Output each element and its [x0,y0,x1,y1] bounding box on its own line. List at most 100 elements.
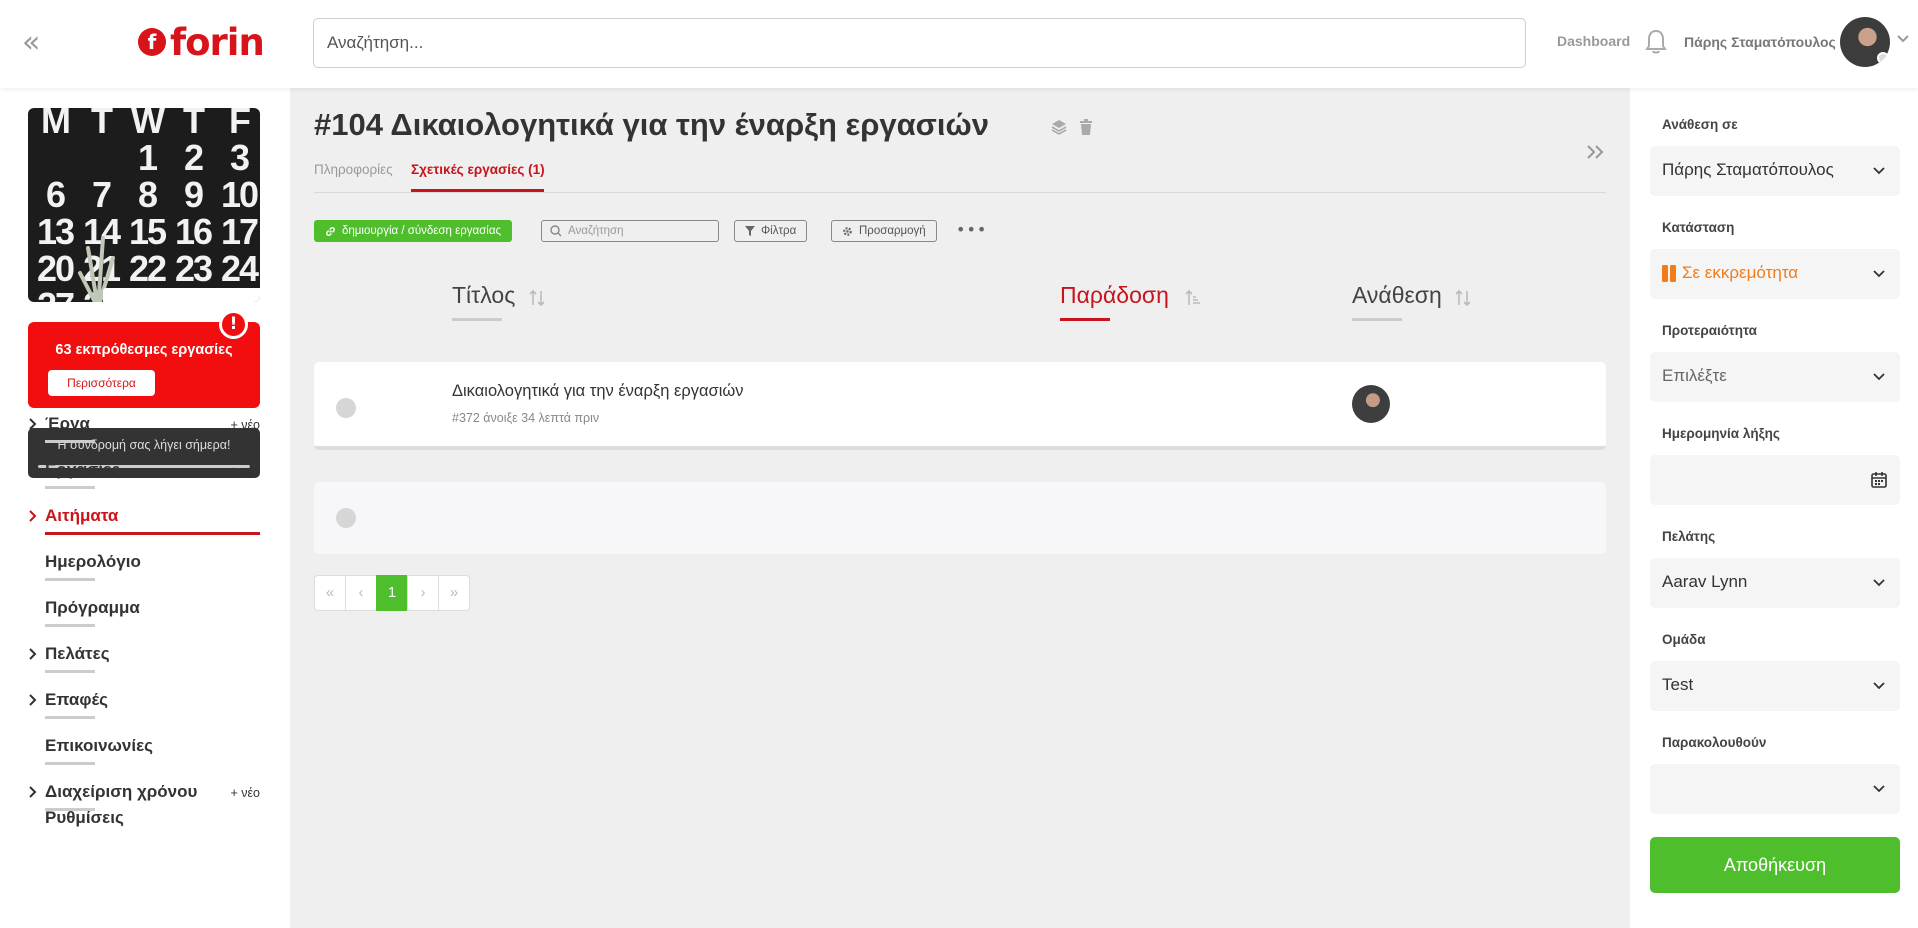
due-date-label: Ημερομηνία λήξης [1662,426,1780,441]
user-name[interactable]: Πάρης Σταματόπουλος [1684,34,1836,50]
sidebar-item-underline [45,624,95,627]
filter-icon [745,226,755,236]
sidebar-new-link[interactable]: + νέο [230,418,260,432]
sidebar-item-label: Διαχείριση χρόνου [45,782,198,801]
pagination: « ‹ 1 › » [314,575,470,611]
column-assignment-underline [1352,318,1402,321]
column-assignment[interactable]: Ανάθεση [1352,282,1442,309]
trash-icon[interactable] [1077,118,1095,136]
search-icon [550,225,562,237]
page-title: #104 Δικαιολογητικά για την έναρξη εργασ… [314,107,989,142]
more-options-icon[interactable]: ••• [956,220,987,239]
table-row[interactable]: Δικαιολογητικά για την έναρξη εργασιών #… [314,362,1606,450]
sidebar-item-underline [45,716,95,719]
page-last-button[interactable]: » [438,575,470,611]
sidebar-item-underline [45,578,95,581]
column-delivery[interactable]: Παράδοση [1060,282,1169,309]
calendar-day: 8 [137,174,158,215]
page-1-button[interactable]: 1 [376,575,408,611]
calendar-day: T [91,108,113,141]
team-value: Test [1662,675,1694,694]
calendar-day: T [183,108,205,141]
tab-related-tasks[interactable]: Σχετικές εργασίες (1) [411,162,545,177]
empty-row [314,482,1606,554]
dashboard-link[interactable]: Dashboard [1557,33,1630,49]
notifications-bell-icon[interactable] [1644,28,1668,56]
tab-info[interactable]: Πληροφορίες [314,162,393,177]
collapse-sidebar-icon[interactable]: « [22,28,46,58]
calendar-day: 16 [174,211,213,252]
chevron-right-icon [29,510,37,522]
chevron-down-icon [1873,682,1885,690]
page-first-button[interactable]: « [314,575,346,611]
filters-button[interactable]: Φίλτρα [734,220,808,242]
followers-label: Παρακολουθούν [1662,735,1767,750]
calendar-day: 9 [183,174,204,215]
column-title-underline [452,318,502,321]
global-search-input[interactable] [313,18,1526,68]
sidebar-new-link[interactable]: + νέα [230,464,260,478]
overdue-more-button[interactable]: Περισσότερα [48,370,155,396]
client-label: Πελάτης [1662,529,1716,544]
sidebar-item-9[interactable]: Ρυθμίσεις [28,806,260,836]
sort-ascending-icon[interactable] [1184,288,1202,308]
column-title[interactable]: Τίτλος [452,282,515,309]
sidebar-item-6[interactable]: Επαφές [28,688,260,719]
sort-icon[interactable] [1454,288,1472,308]
client-value: Aarav Lynn [1662,572,1748,591]
calendar-icon[interactable] [1870,471,1888,489]
logo-mark: f [138,28,166,56]
page-next-button[interactable]: › [407,575,439,611]
save-button[interactable]: Αποθήκευση [1650,837,1900,893]
chevron-right-icon [29,694,37,706]
row-status-dot [336,508,356,528]
sidebar: MTWTF123678910131415161720212223242728 6… [0,88,290,928]
logo-text: forin [170,20,265,64]
sidebar-item-4[interactable]: Πρόγραμμα [28,596,260,627]
chevron-right-icon [29,464,37,476]
priority-select[interactable]: Επιλέξτε [1650,352,1900,402]
sidebar-item-2[interactable]: Αιτήματα [28,504,260,535]
due-date-input[interactable] [1650,455,1900,505]
chevron-down-icon[interactable] [1896,32,1910,46]
sidebar-item-3[interactable]: Ημερολόγιο [28,550,260,581]
create-link-task-button[interactable]: δημιουργία / σύνδεση εργασίας [314,220,513,242]
client-select[interactable]: Aarav Lynn [1650,558,1900,608]
sidebar-item-underline [45,440,95,443]
calendar-day: 7 [91,174,112,215]
assign-select[interactable]: Πάρης Σταματόπουλος [1650,146,1900,196]
followers-select[interactable] [1650,764,1900,814]
row-title[interactable]: Δικαιολογητικά για την έναρξη εργασιών [452,382,744,401]
sort-icon[interactable] [528,288,546,308]
chevron-down-icon [1873,785,1885,793]
sidebar-item-underline [45,486,95,489]
calendar-day: 1 [137,137,158,178]
logo[interactable]: f forin [138,20,265,64]
task-search[interactable] [541,220,719,242]
assignee-avatar[interactable] [1352,385,1390,423]
assign-value: Πάρης Σταματόπουλος [1662,160,1834,179]
team-select[interactable]: Test [1650,661,1900,711]
team-label: Ομάδα [1662,632,1706,647]
sidebar-item-label: Ρυθμίσεις [45,808,124,827]
sidebar-item-0[interactable]: Έργα + νέο [28,412,260,443]
task-search-input[interactable] [568,225,708,237]
row-status-dot[interactable] [336,398,356,418]
layers-icon[interactable] [1050,118,1068,136]
sidebar-item-label: Ημερολόγιο [45,552,141,571]
page-prev-button[interactable]: ‹ [345,575,377,611]
expand-panel-icon[interactable] [1584,140,1608,164]
sidebar-item-7[interactable]: Επικοινωνίες [28,734,260,765]
status-select[interactable]: Σε εκκρεμότητα [1650,249,1900,299]
sidebar-item-1[interactable]: Εργασίες + νέα [28,458,260,489]
sidebar-item-label: Πρόγραμμα [45,598,140,617]
customize-button[interactable]: Προσαρμογή [831,220,937,242]
priority-value: Επιλέξτε [1662,366,1727,385]
user-avatar[interactable] [1840,17,1890,67]
calendar-day: 17 [220,211,259,252]
create-link-task-label: δημιουργία / σύνδεση εργασίας [342,225,502,237]
calendar-numbers: MTWTF123678910131415161720212223242728 [32,108,260,302]
calendar-image: MTWTF123678910131415161720212223242728 [28,108,260,302]
sidebar-item-5[interactable]: Πελάτες [28,642,260,673]
sidebar-new-link[interactable]: + νέο [230,786,260,800]
